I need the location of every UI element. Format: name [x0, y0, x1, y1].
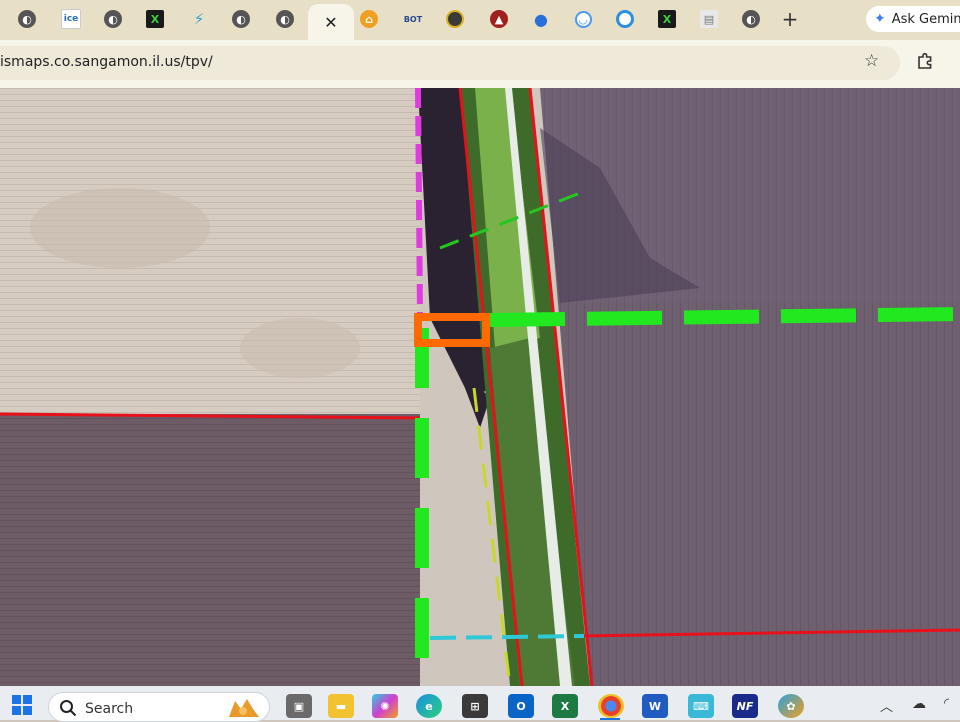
tab-1[interactable]: ◐ [8, 4, 46, 34]
search-icon [60, 700, 77, 717]
field-soil-patch [240, 318, 360, 378]
taskbar-search-box[interactable]: Search [48, 692, 270, 722]
windows-start-icon[interactable] [12, 695, 32, 715]
tab-18[interactable]: ◐ [732, 4, 770, 34]
taskbar: Search ▣ ▬ ✺ e ⊞ O X W ⌨ NF ✿ ︿ ☁ ◜ [0, 686, 960, 722]
search-highlight-fox-icon [229, 699, 259, 717]
field-lower-left [0, 414, 420, 686]
tab-7[interactable]: ◐ [266, 4, 304, 34]
edge-icon[interactable]: e [416, 694, 442, 718]
close-icon[interactable]: ✕ [324, 13, 337, 32]
new-tab-button[interactable]: + [778, 7, 802, 31]
tab-3[interactable]: ◐ [94, 4, 132, 34]
bot-icon: BOT [403, 14, 423, 24]
ring-icon [616, 10, 634, 28]
onedrive-icon[interactable]: ☁ [912, 696, 926, 712]
tab-15[interactable] [606, 4, 644, 34]
task-view-icon[interactable]: ▣ [286, 694, 312, 718]
gemini-sparkle-icon: ✦ [874, 11, 886, 27]
map-pin-icon: ● [534, 9, 548, 29]
keyboard-app-icon[interactable]: ⌨ [688, 694, 714, 718]
tab-6[interactable]: ◐ [222, 4, 260, 34]
copilot-icon[interactable]: ✺ [372, 694, 398, 718]
url-text[interactable]: ismaps.co.sangamon.il.us/tpv/ [0, 54, 213, 70]
field-soil-patch [30, 188, 210, 268]
browser-toolbar: ismaps.co.sangamon.il.us/tpv/ ☆ [0, 40, 960, 88]
ask-gemini-label: Ask Gemini [891, 11, 960, 27]
bookmark-star-icon[interactable]: ☆ [864, 51, 879, 71]
wifi-icon[interactable]: ◜ [944, 696, 949, 711]
tab-9[interactable]: ⌂ [350, 4, 388, 34]
home-icon: ⌂ [360, 10, 378, 28]
globe-icon: ◐ [276, 10, 294, 28]
file-explorer-icon[interactable]: ▬ [328, 694, 354, 718]
tab-11[interactable] [436, 4, 474, 34]
chrome-icon[interactable] [598, 694, 624, 718]
globe-icon: ◐ [742, 10, 760, 28]
store-icon[interactable]: ⊞ [462, 694, 488, 718]
tray-overflow-chevron-icon[interactable]: ︿ [880, 696, 893, 715]
extensions-puzzle-icon[interactable] [916, 52, 934, 70]
tab-4[interactable]: X [136, 4, 174, 34]
word-icon[interactable]: W [642, 694, 668, 718]
boundary-cyan-dash [429, 634, 585, 640]
tab-12[interactable]: ▲ [480, 4, 518, 34]
search-placeholder: Search [85, 701, 134, 717]
tab-10[interactable]: BOT [394, 4, 432, 34]
globe-icon: ◐ [104, 10, 122, 28]
tab-active[interactable]: ✕ [308, 4, 354, 40]
circle-logo-icon [446, 10, 464, 28]
nf-app-icon[interactable]: NF [732, 694, 758, 718]
outlook-icon[interactable]: O [508, 694, 534, 718]
globe-icon: ◐ [232, 10, 250, 28]
aerial-map[interactable] [0, 88, 960, 686]
tab-14[interactable]: ◡ [564, 4, 602, 34]
smile-icon: ◡ [574, 10, 592, 28]
x-app-icon: X [146, 10, 164, 28]
tab-2[interactable]: ice [52, 4, 90, 34]
tab-16[interactable]: X [648, 4, 686, 34]
tab-17[interactable]: ▤ [690, 4, 728, 34]
tab-strip: ◐ ice ◐ X ⚡ ◐ ◐ ✕ ⌂ BOT ▲ ● ◡ X ▤ ◐ + ✦ … [0, 0, 960, 40]
tab-5[interactable]: ⚡ [180, 4, 218, 34]
x-app-icon: X [658, 10, 676, 28]
doc-icon: ▤ [700, 10, 718, 28]
ice-icon: ice [61, 9, 81, 29]
globe-icon: ◐ [18, 10, 36, 28]
ask-gemini-button[interactable]: ✦ Ask Gemini [866, 6, 960, 32]
tab-13[interactable]: ● [522, 4, 560, 34]
settings-app-icon[interactable]: ✿ [778, 694, 804, 718]
bolt-icon: ⚡ [193, 10, 205, 28]
excel-icon[interactable]: X [552, 694, 578, 718]
circle-red-icon: ▲ [490, 10, 508, 28]
boundary-green-dash-horizontal [489, 307, 960, 327]
